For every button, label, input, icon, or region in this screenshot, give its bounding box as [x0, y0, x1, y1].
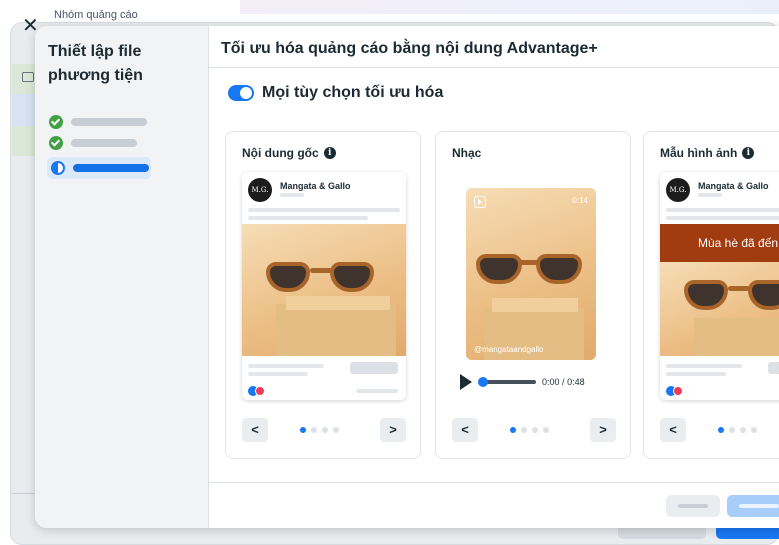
audio-progress-slider[interactable] [478, 377, 536, 387]
text-placeholder [280, 193, 304, 197]
page-title: Tối ưu hóa quảng cáo bằng nội dung Advan… [221, 40, 598, 57]
card-title: Nhạc [452, 146, 481, 160]
brand-name: Mangata & Gallo [280, 181, 351, 191]
prev-button[interactable]: < [452, 418, 478, 442]
account-handle: @mangataandgallo [474, 345, 544, 354]
carousel-dot[interactable] [751, 427, 757, 433]
background-gradient-strip [240, 0, 779, 14]
background-row [12, 94, 36, 126]
background-divider [12, 493, 36, 494]
cta-button-placeholder [768, 362, 779, 374]
ad-preview: M.G. Mangata & Gallo [242, 172, 406, 400]
slider-knob[interactable] [478, 377, 488, 387]
continue-button[interactable] [727, 495, 779, 517]
carousel-dots [718, 427, 757, 433]
brand-name: Mangata & Gallo [698, 181, 769, 191]
half-circle-icon [51, 161, 65, 175]
toggle-label: Mọi tùy chọn tối ưu hóa [262, 84, 444, 101]
prev-button[interactable]: < [242, 418, 268, 442]
card-title-text: Nội dung gốc [242, 146, 319, 160]
text-placeholder [698, 193, 722, 197]
carousel-dot[interactable] [333, 427, 339, 433]
check-circle-icon [49, 136, 63, 150]
carousel-dot[interactable] [729, 427, 735, 433]
carousel-nav: < [660, 418, 779, 442]
card-original-content: Nội dung gốc i M.G. Mangata & Gallo < > [225, 131, 421, 459]
ad-preview: M.G. Mangata & Gallo Mùa hè đã đến [660, 172, 779, 400]
card-title-text: Nhạc [452, 146, 482, 160]
carousel-dot[interactable] [322, 427, 328, 433]
carousel-nav: < > [452, 418, 616, 442]
text-placeholder [248, 216, 368, 220]
carousel-dot[interactable] [543, 427, 549, 433]
avatar: M.G. [666, 178, 690, 202]
reels-icon [474, 196, 486, 208]
video-duration-badge: 0:14 [572, 196, 588, 205]
info-icon[interactable]: i [742, 147, 755, 159]
sidebar-step-1[interactable] [49, 113, 147, 131]
playback-time: 0:00 / 0:48 [542, 377, 585, 387]
text-placeholder [666, 364, 742, 368]
text-placeholder [666, 372, 726, 376]
info-icon[interactable]: i [323, 147, 336, 159]
sidebar-step-2[interactable] [49, 134, 137, 152]
all-optimizations-toggle[interactable] [228, 85, 254, 101]
header-divider [209, 67, 779, 68]
sidebar: Thiết lập file phương tiện [35, 26, 209, 528]
product-photo [660, 262, 779, 356]
folder-icon [22, 72, 34, 82]
step-label-placeholder [71, 118, 147, 126]
next-button[interactable]: > [380, 418, 406, 442]
text-placeholder [248, 364, 324, 368]
card-music: Nhạc 0:14 @mangataandgallo 0:00 / 0:48 <… [435, 131, 631, 459]
carousel-dot[interactable] [740, 427, 746, 433]
card-image-template: Mẫu hình ảnh i M.G. Mangata & Gallo Mùa … [643, 131, 779, 459]
text-placeholder [248, 372, 308, 376]
text-placeholder [356, 389, 398, 393]
check-circle-icon [49, 115, 63, 129]
carousel-nav: < > [242, 418, 406, 442]
carousel-dot[interactable] [510, 427, 516, 433]
text-placeholder [666, 216, 779, 220]
next-button[interactable]: > [590, 418, 616, 442]
current-time: 0:00 [542, 377, 560, 387]
media-setup-dialog: Thiết lập file phương tiện Tối ưu hóa qu… [35, 26, 779, 528]
step-label-placeholder [71, 139, 137, 147]
carousel-dots [300, 427, 339, 433]
carousel-dot[interactable] [521, 427, 527, 433]
carousel-dot[interactable] [300, 427, 306, 433]
play-icon[interactable] [460, 374, 472, 390]
avatar: M.G. [248, 178, 272, 202]
sidebar-title: Thiết lập file phương tiện [48, 43, 143, 84]
footer-divider [209, 482, 779, 483]
cta-button-placeholder [350, 362, 398, 374]
card-title: Mẫu hình ảnh i [660, 146, 755, 160]
carousel-dot[interactable] [532, 427, 538, 433]
card-title-text: Mẫu hình ảnh [660, 146, 738, 160]
carousel-dot[interactable] [718, 427, 724, 433]
total-time: 0:48 [567, 377, 585, 387]
template-banner: Mùa hè đã đến [660, 224, 779, 262]
step-label-placeholder [73, 164, 149, 172]
text-placeholder [666, 208, 779, 212]
back-button[interactable] [666, 495, 720, 517]
reel-video-preview[interactable]: 0:14 @mangataandgallo [466, 188, 596, 360]
background-row [12, 126, 36, 156]
reactions-icon [248, 386, 270, 396]
card-title: Nội dung gốc i [242, 146, 336, 160]
text-placeholder [248, 208, 400, 212]
background-dialog-title: Nhóm quảng cáo [54, 9, 138, 21]
audio-player: 0:00 / 0:48 [460, 374, 610, 390]
optimization-toggle-row[interactable]: Mọi tùy chọn tối ưu hóa [228, 84, 443, 102]
carousel-dots [510, 427, 549, 433]
product-photo [242, 224, 406, 356]
sidebar-step-3[interactable] [47, 157, 151, 179]
carousel-dot[interactable] [311, 427, 317, 433]
reactions-icon [666, 386, 688, 396]
time-separator: / [562, 377, 565, 387]
prev-button[interactable]: < [660, 418, 686, 442]
